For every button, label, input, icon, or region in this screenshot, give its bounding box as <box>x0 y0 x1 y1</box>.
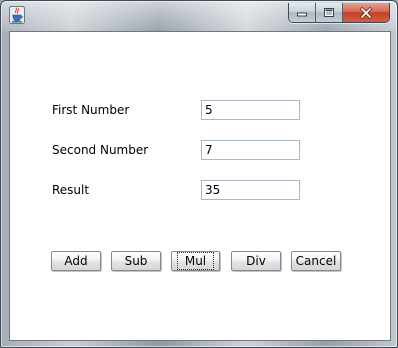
maximize-button[interactable] <box>316 3 343 22</box>
window-frame: First Number Second Number Result Add Su… <box>0 0 398 348</box>
cancel-button[interactable]: Cancel <box>291 251 341 271</box>
title-bar[interactable] <box>2 2 398 30</box>
java-coffee-cup-icon[interactable] <box>9 6 25 24</box>
result-field[interactable] <box>201 180 300 200</box>
mul-button-label: Mul <box>176 252 215 270</box>
cancel-button-label: Cancel <box>295 254 337 268</box>
div-button-label: Div <box>246 254 266 268</box>
caption-buttons <box>288 3 390 23</box>
second-number-label: Second Number <box>52 143 149 157</box>
minimize-button[interactable] <box>289 3 316 22</box>
content-panel: First Number Second Number Result Add Su… <box>9 31 391 341</box>
first-number-input[interactable] <box>201 100 300 120</box>
maximize-icon <box>324 8 334 17</box>
sub-button-label: Sub <box>124 254 148 268</box>
first-number-label: First Number <box>52 103 130 117</box>
minimize-icon <box>297 12 307 16</box>
add-button[interactable]: Add <box>51 251 101 271</box>
second-number-input[interactable] <box>201 140 300 160</box>
sub-button[interactable]: Sub <box>111 251 161 271</box>
add-button-label: Add <box>64 254 88 268</box>
close-icon <box>360 6 372 19</box>
mul-button[interactable]: Mul <box>171 251 220 271</box>
close-button[interactable] <box>343 3 389 22</box>
div-button[interactable]: Div <box>231 251 281 271</box>
result-label: Result <box>52 183 90 197</box>
